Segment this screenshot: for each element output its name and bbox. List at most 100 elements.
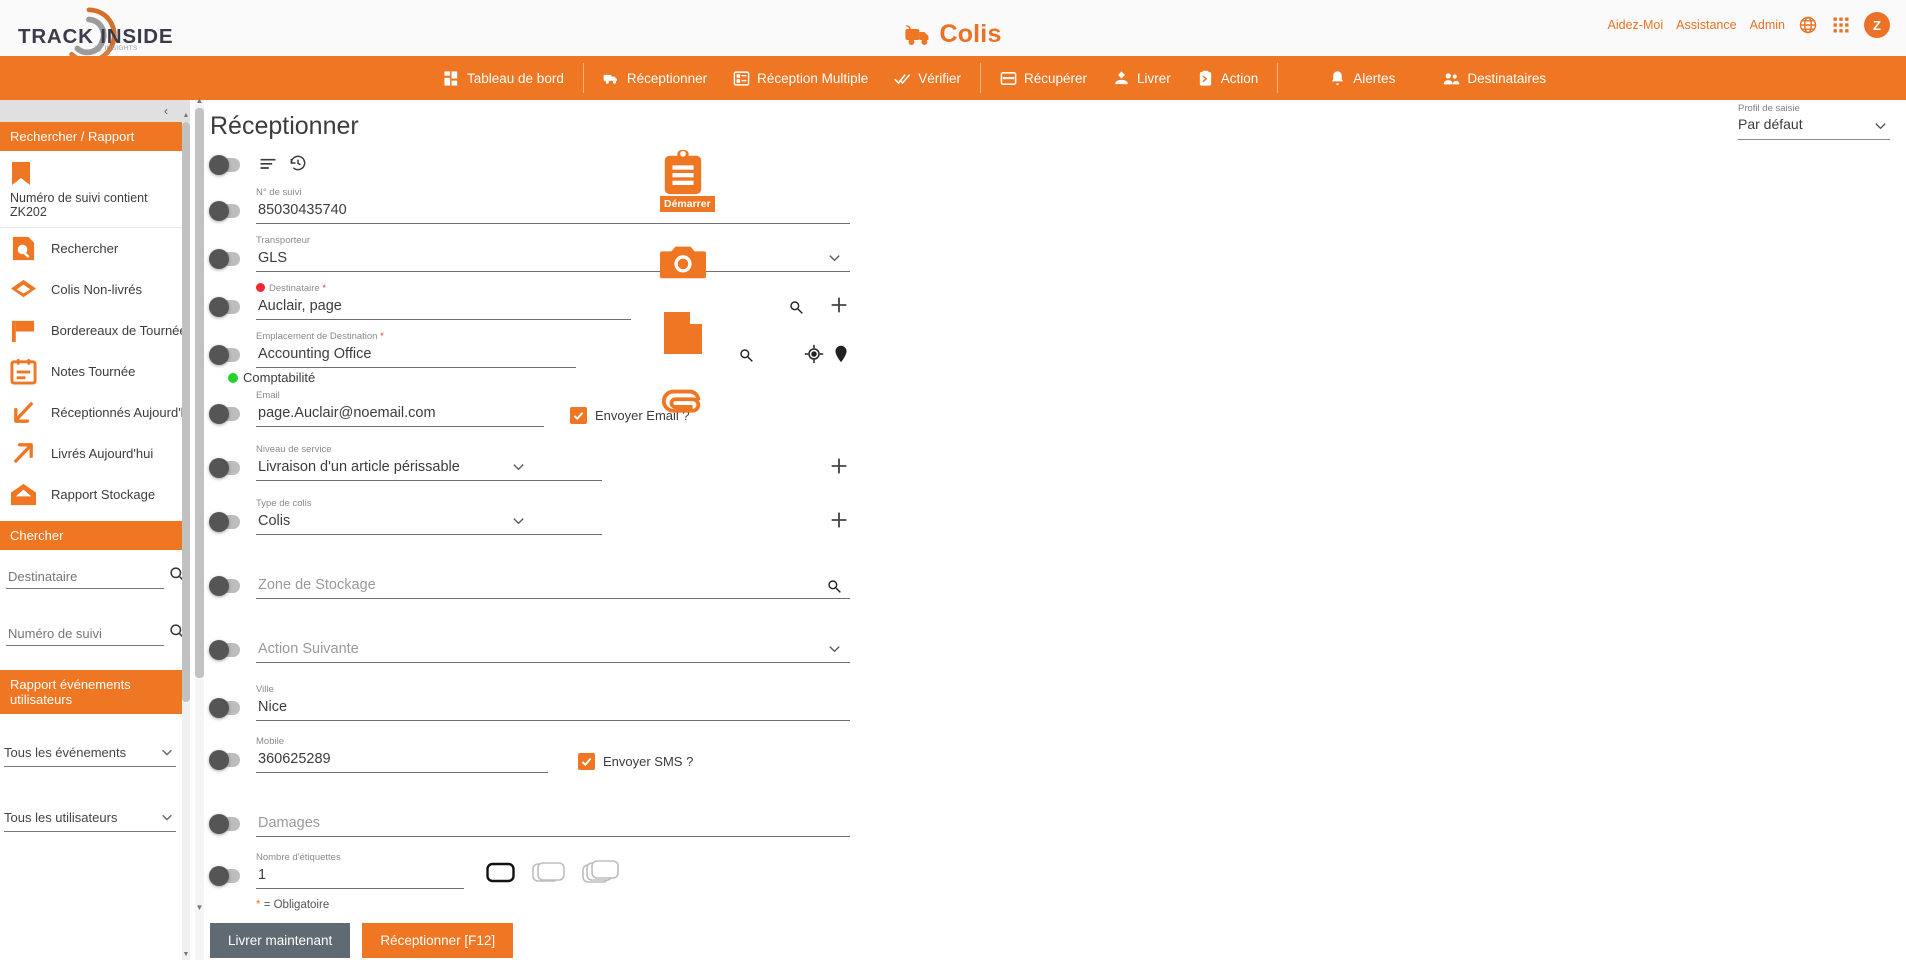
main-scrollbar[interactable]: ▲ ▼ [195, 96, 204, 960]
form-row-next-action: Action Suivante [209, 621, 850, 663]
sidebar-item-receptionnes[interactable]: Réceptionnés Aujourd'hui [0, 392, 190, 433]
field-recipient-value[interactable]: Auclair, page [256, 296, 631, 320]
history-icon[interactable] [288, 153, 308, 173]
apps-grid-icon[interactable] [1831, 15, 1851, 35]
sidebar-item-livres[interactable]: Livrés Aujourd'hui [0, 433, 190, 474]
help-link[interactable]: Aidez-Moi [1608, 18, 1664, 32]
toggle-damages[interactable] [209, 814, 240, 834]
sidebar-scroll-thumb[interactable] [182, 122, 190, 702]
toggle-carrier[interactable] [209, 249, 240, 269]
toggle-mobile[interactable] [209, 750, 240, 770]
all-events-select[interactable]: Tous les événements [4, 744, 176, 767]
nav-deliver[interactable]: Livrer [1100, 56, 1184, 100]
sidebar-item-notes-tournee[interactable]: Notes Tournée [0, 351, 190, 392]
form-row-mobile: Mobile 360625289 Envoyer SMS ? [209, 731, 850, 773]
nav-receive[interactable]: Réceptionner [590, 56, 720, 100]
toggle-next-action[interactable] [209, 640, 240, 660]
support-link[interactable]: Assistance [1676, 18, 1736, 32]
add-service-level-button[interactable] [828, 455, 850, 477]
field-carrier-value[interactable]: GLS [256, 248, 850, 272]
all-users-select[interactable]: Tous les utilisateurs [4, 809, 176, 832]
field-tracking-value[interactable]: 85030435740 [256, 200, 850, 224]
nav-dashboard-label: Tableau de bord [467, 70, 564, 86]
toggle-destination[interactable] [209, 345, 240, 365]
nav-multi-receive[interactable]: Réception Multiple [720, 56, 881, 100]
sidebar-bookmark[interactable]: Numéro de suivi contient ZK202 [0, 151, 190, 228]
toggle-email[interactable] [209, 404, 240, 424]
chevron-down-icon[interactable] [511, 459, 526, 474]
search-icon[interactable] [789, 300, 804, 315]
sidebar-item-colis-non-livres[interactable]: Colis Non-livrés [0, 269, 190, 310]
scroll-down-arrow[interactable]: ▼ [182, 951, 190, 958]
scroll-up-arrow[interactable]: ▲ [182, 112, 190, 119]
list-lines-icon[interactable] [258, 153, 278, 173]
deliver-now-button[interactable]: Livrer maintenant [210, 923, 351, 958]
toggle-service-level[interactable] [209, 458, 240, 478]
nav-recipients[interactable]: Destinataires [1430, 56, 1559, 100]
truck-icon [603, 74, 617, 84]
sidebar-tracking-input[interactable] [6, 623, 164, 646]
field-city-value[interactable]: Nice [256, 697, 850, 721]
search-icon[interactable] [739, 348, 754, 363]
field-storage-zone-value[interactable]: Zone de Stockage [256, 575, 850, 599]
field-tracking-label: N° de suivi [256, 187, 302, 198]
toggle-city[interactable] [209, 698, 240, 718]
sidebar-recipient-input[interactable] [6, 566, 164, 589]
send-sms-checkbox[interactable] [578, 753, 595, 770]
toggle-parcel-type[interactable] [209, 512, 240, 532]
nav-alerts[interactable]: Alertes [1316, 56, 1408, 100]
field-parcel-type-value[interactable]: Colis [256, 511, 602, 535]
sidebar-collapse-toggle[interactable]: ‹ [0, 100, 190, 122]
map-pin-icon[interactable] [832, 344, 850, 364]
search-icon[interactable] [827, 579, 842, 594]
add-recipient-button[interactable] [828, 294, 850, 316]
nav-divider-2 [979, 63, 981, 93]
nav-dashboard[interactable]: Tableau de bord [430, 56, 577, 100]
sidebar-scrollbar[interactable]: ▲ ▼ [182, 112, 190, 960]
form-row-email: Email page.Auclair@noemail.com Envoyer E… [209, 385, 850, 427]
send-email-checkbox[interactable] [570, 407, 587, 424]
label-single-icon[interactable] [486, 861, 516, 885]
toggle-storage-zone[interactable] [209, 576, 240, 596]
field-damages-value[interactable]: Damages [256, 813, 850, 837]
field-label-count-value[interactable]: 1 [256, 865, 464, 889]
label-double-icon[interactable] [532, 860, 566, 886]
crosshair-locate-icon[interactable] [804, 344, 824, 364]
camera-action[interactable] [660, 238, 730, 284]
destination-sub-label-text: Comptabilité [243, 370, 316, 385]
field-service-level-value[interactable]: Livraison d'un article périssable [256, 457, 602, 481]
add-parcel-type-button[interactable] [828, 509, 850, 531]
main-scroll-thumb[interactable] [195, 108, 204, 678]
user-avatar[interactable]: Z [1864, 12, 1890, 38]
field-next-action-value[interactable]: Action Suivante [256, 639, 850, 663]
sidebar-item-rapport-stockage[interactable]: Rapport Stockage [0, 474, 190, 515]
chevron-down-icon[interactable] [511, 513, 526, 528]
nav-verify[interactable]: Vérifier [881, 56, 974, 100]
field-destination-value[interactable]: Accounting Office [256, 344, 576, 368]
form-row-storage-zone: Zone de Stockage [209, 557, 850, 599]
left-sidebar: ‹ Rechercher / Rapport Numéro de suivi c… [0, 100, 190, 960]
document-action[interactable] [660, 310, 730, 356]
toggle-options[interactable] [209, 155, 240, 175]
label-triple-icon[interactable] [582, 859, 620, 887]
main-scroll-down-arrow[interactable]: ▼ [195, 903, 204, 912]
field-email-value[interactable]: page.Auclair@noemail.com [256, 403, 544, 427]
sidebar-item-bordereaux[interactable]: Bordereaux de Tournée [0, 310, 190, 351]
attachment-action[interactable] [660, 382, 730, 428]
sidebar-item-rechercher[interactable]: Rechercher [0, 228, 190, 269]
chevron-down-icon[interactable] [827, 641, 842, 656]
form-row-damages: Damages [209, 795, 850, 837]
globe-icon[interactable] [1798, 15, 1818, 35]
toggle-label-count[interactable] [209, 866, 240, 886]
toggle-tracking[interactable] [209, 201, 240, 221]
nav-pickup[interactable]: Récupérer [987, 56, 1100, 100]
admin-link[interactable]: Admin [1750, 18, 1785, 32]
chevron-down-icon[interactable] [827, 250, 842, 265]
nav-action[interactable]: Action [1184, 56, 1272, 100]
toggle-recipient[interactable] [209, 297, 240, 317]
main-scroll-up-arrow[interactable]: ▲ [195, 96, 204, 105]
start-clipboard-action[interactable]: Démarrer [660, 150, 730, 212]
entry-profile-select[interactable]: Par défaut [1738, 116, 1890, 140]
field-mobile-value[interactable]: 360625289 [256, 749, 548, 773]
receive-button[interactable]: Réceptionner [F12] [362, 923, 514, 958]
